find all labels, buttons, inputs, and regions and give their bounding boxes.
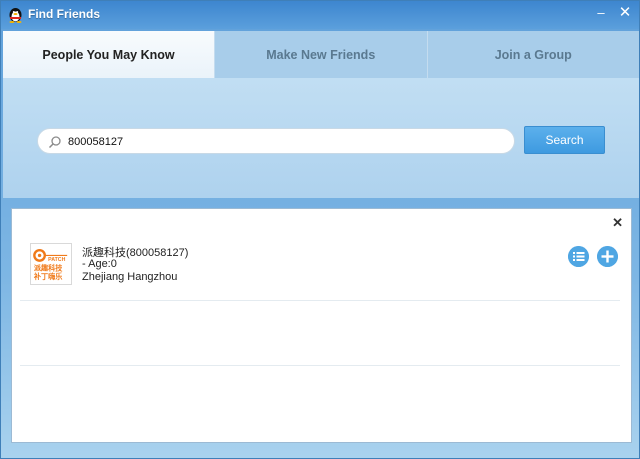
search-area: Search — [3, 78, 639, 198]
result-age: - Age:0 — [82, 258, 117, 270]
row-divider — [20, 365, 620, 366]
add-friend-plus-icon[interactable] — [597, 246, 618, 267]
details-list-icon[interactable] — [568, 246, 589, 267]
title-bar[interactable]: Find Friends – ✕ — [1, 1, 639, 29]
avatar: PATCH 派趣科技 补丁嗨乐 — [30, 243, 72, 285]
search-icon — [48, 136, 61, 149]
tab-bar: People You May Know Make New Friends Joi… — [3, 31, 639, 78]
search-input[interactable] — [68, 133, 498, 150]
results-panel: ✕ PATCH 派趣科技 补丁嗨乐 派趣科技(800058127) - Age:… — [11, 208, 632, 443]
search-button[interactable]: Search — [524, 126, 605, 154]
window-title: Find Friends — [28, 7, 100, 21]
tab-make-new-friends[interactable]: Make New Friends — [214, 31, 427, 78]
minimize-button[interactable]: – — [591, 5, 611, 21]
close-window-button[interactable]: ✕ — [615, 5, 635, 21]
close-results-icon[interactable]: ✕ — [612, 215, 623, 231]
avatar-cn-line2: 补丁嗨乐 — [33, 272, 63, 281]
search-box[interactable] — [37, 128, 515, 154]
tab-join-a-group[interactable]: Join a Group — [426, 31, 640, 78]
avatar-brand-text: PATCH — [48, 257, 65, 263]
result-location: Zhejiang Hangzhou — [82, 271, 178, 283]
tab-people-you-may-know[interactable]: People You May Know — [3, 31, 214, 78]
result-row[interactable]: PATCH 派趣科技 补丁嗨乐 派趣科技(800058127) - Age:0 … — [20, 235, 620, 301]
find-friends-window: Find Friends – ✕ People You May Know Mak… — [0, 0, 640, 459]
qq-penguin-icon — [9, 8, 22, 23]
